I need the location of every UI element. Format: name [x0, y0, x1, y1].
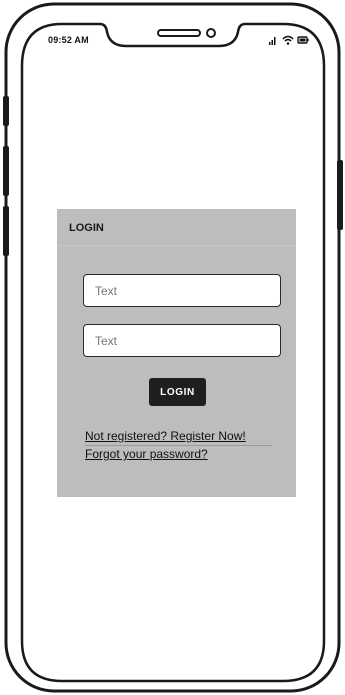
power-button: [337, 160, 343, 230]
speaker-grille: [157, 29, 201, 37]
phone-mockup: 09:52 AM LOGIN LOGIN Not registered? Reg…: [0, 0, 345, 695]
register-link[interactable]: Not registered? Register Now!: [85, 429, 246, 443]
battery-icon: [297, 36, 309, 44]
forgot-password-link[interactable]: Forgot your password?: [85, 447, 208, 461]
signal-icon: [269, 37, 276, 45]
front-camera: [206, 28, 216, 38]
link-divider: [85, 445, 272, 446]
title-divider: [57, 245, 296, 246]
silent-switch: [3, 96, 9, 126]
wifi-icon: [282, 35, 294, 45]
volume-up-button: [3, 146, 9, 196]
volume-down-button: [3, 206, 9, 256]
status-time: 09:52 AM: [48, 35, 89, 45]
username-input[interactable]: [83, 274, 281, 307]
login-panel: LOGIN LOGIN Not registered? Register Now…: [57, 209, 296, 497]
status-icons: [269, 35, 309, 45]
login-button[interactable]: LOGIN: [149, 378, 206, 406]
password-input[interactable]: [83, 324, 281, 357]
login-title: LOGIN: [69, 222, 104, 234]
